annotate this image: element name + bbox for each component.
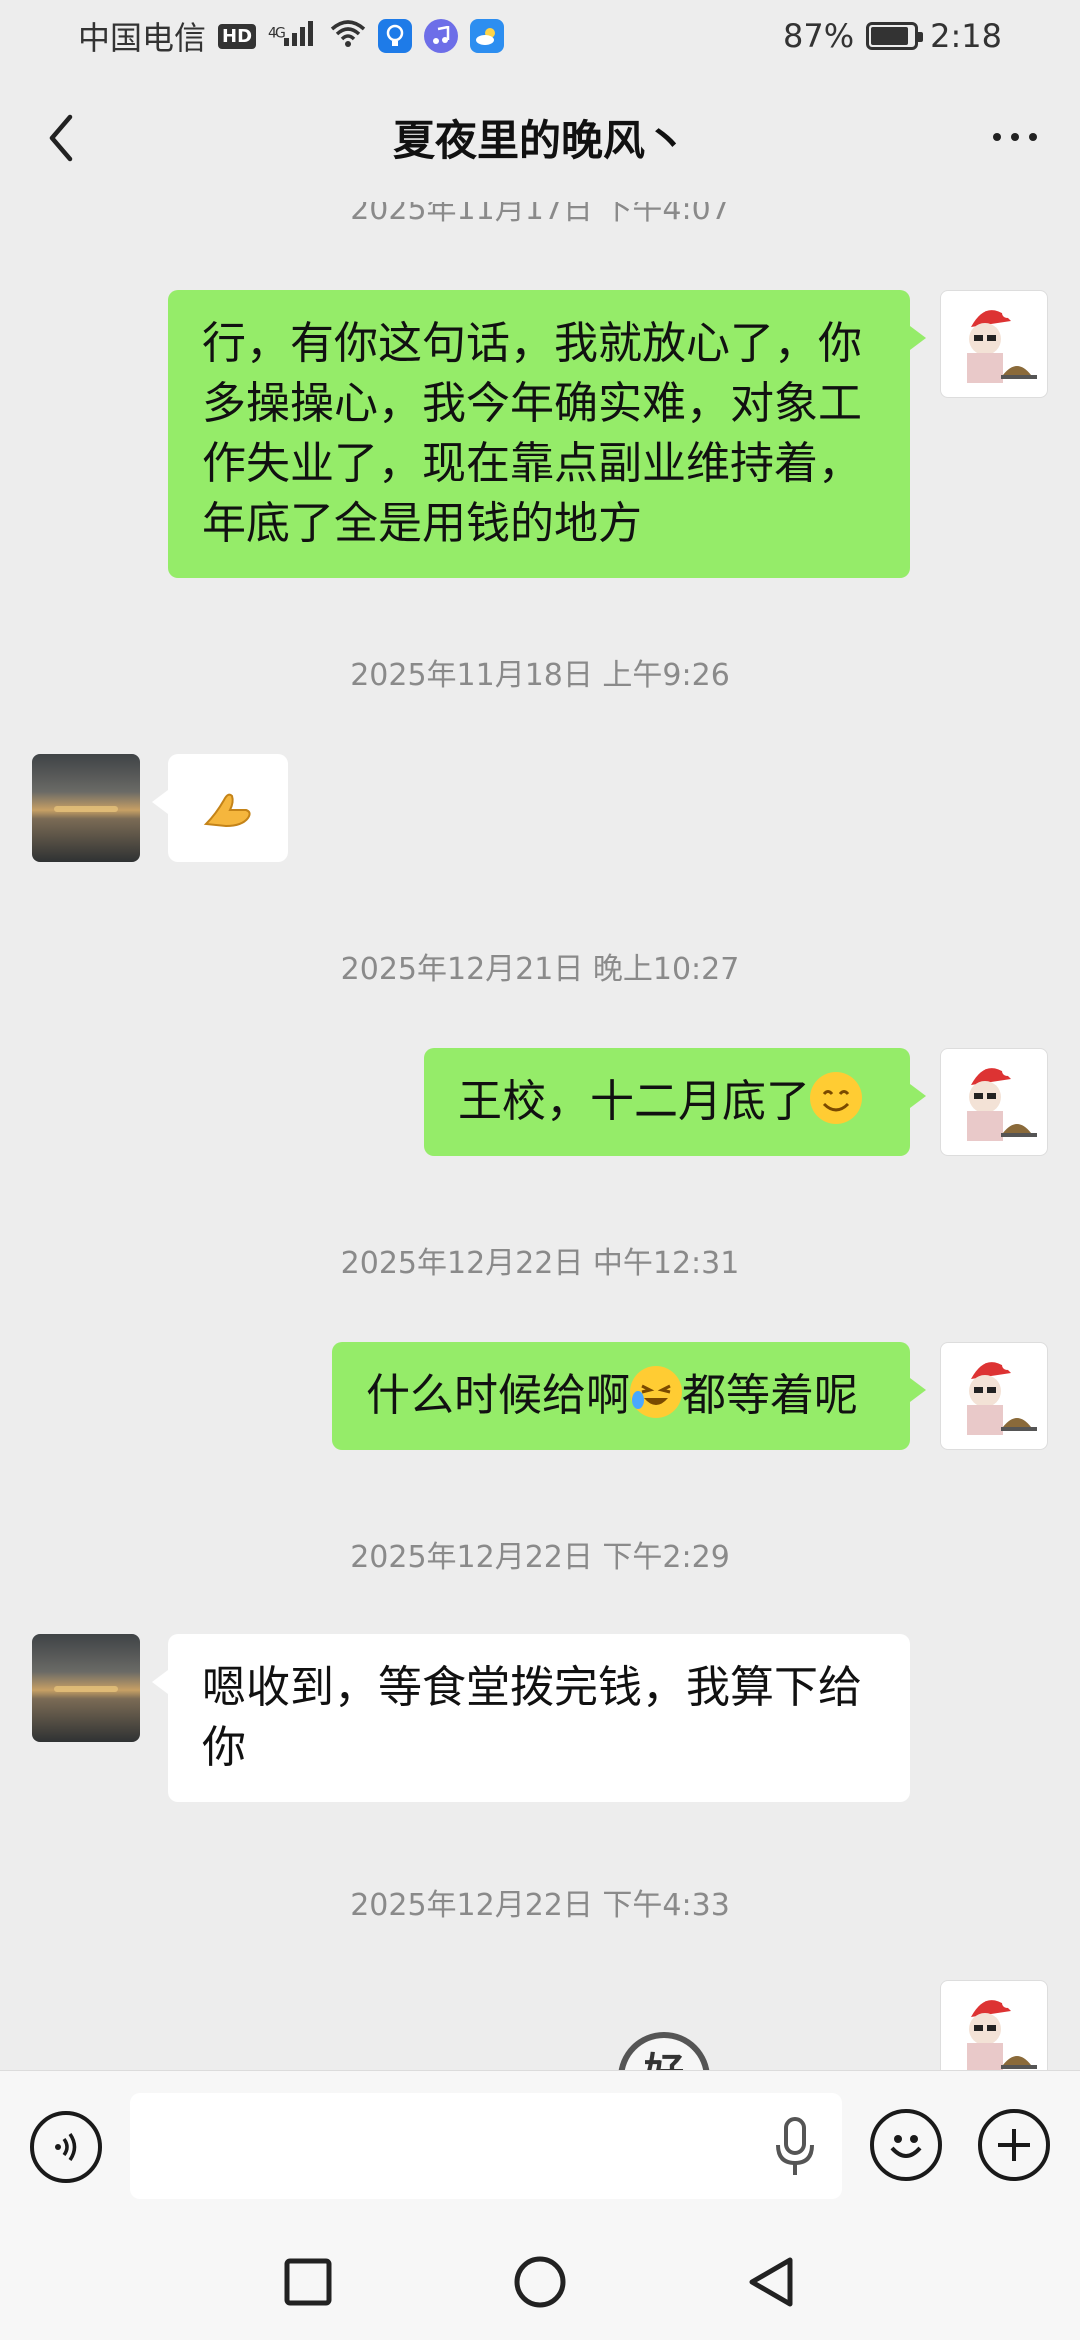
message-text-part: 都等着呢: [682, 1370, 858, 1421]
my-avatar[interactable]: [940, 1980, 1048, 2070]
timestamp: 2025年12月22日 下午4:33: [350, 1888, 730, 1923]
my-avatar[interactable]: [940, 290, 1048, 398]
friend-avatar[interactable]: [32, 754, 140, 862]
timestamp: 2025年11月17日 下午4:07: [350, 202, 730, 227]
emoji-icon: [890, 2135, 922, 2158]
chat-area[interactable]: 2025年11月17日 下午4:07 行，有你这句话，我就放心了，你多操操心，我…: [0, 202, 1080, 2070]
clock: 2:18: [930, 17, 1002, 55]
signal-icon: 4G: [268, 20, 318, 52]
smile-emoji: [810, 1072, 862, 1124]
voice-icon: [55, 2133, 77, 2161]
avatar-girl-icon: [967, 1066, 1037, 1141]
avatar-girl-icon: [967, 1998, 1037, 2070]
more-dot-icon: [1029, 133, 1037, 141]
avatar-girl-icon: [967, 1360, 1037, 1435]
bulb-app-icon: [377, 19, 412, 53]
input-bar: [0, 2070, 1080, 2220]
nav-back-button[interactable]: [744, 2254, 800, 2310]
carrier-label: 中国电信: [78, 19, 207, 57]
music-app-icon: [423, 19, 458, 53]
message-text: 王校，十二月底了: [458, 1076, 810, 1127]
laugh-cry-emoji: [630, 1366, 682, 1418]
friend-avatar[interactable]: [32, 1634, 140, 1742]
message-bubble-me[interactable]: 什么时候给啊 都等着呢: [332, 1342, 926, 1450]
chat-header: 夏夜里的晚风丶: [0, 72, 1080, 202]
back-icon: [749, 2257, 793, 2307]
battery-fill: [871, 27, 908, 45]
message-bubble-friend[interactable]: 嗯收到，等食堂拨完钱，我算下给你: [152, 1634, 910, 1802]
mic-icon: [776, 2117, 814, 2175]
more-dot-icon: [993, 133, 1001, 141]
weather-app-icon: [469, 19, 504, 53]
avatar-girl-icon: [967, 308, 1037, 383]
back-button[interactable]: [36, 108, 86, 168]
my-avatar[interactable]: [940, 1048, 1048, 1156]
message-bubble-friend[interactable]: [152, 754, 288, 862]
emoji-button[interactable]: [870, 2109, 942, 2181]
plus-icon: [998, 2129, 1030, 2161]
battery-icon: [866, 22, 924, 50]
mic-button[interactable]: [770, 2115, 820, 2179]
my-avatar[interactable]: [940, 1342, 1048, 1450]
status-left: 中国电信 HD 4G: [78, 13, 504, 59]
recent-apps-button[interactable]: [280, 2254, 336, 2310]
plus-button[interactable]: [978, 2109, 1050, 2181]
status-right: 87% 2:18: [783, 17, 1002, 55]
message-input[interactable]: [130, 2093, 842, 2199]
message-text: 嗯收到，等食堂拨完钱，我算下给你: [202, 1662, 862, 1773]
system-nav-bar: [0, 2220, 1080, 2340]
status-bar: 中国电信 HD 4G 87% 2:18: [0, 0, 1080, 72]
battery-percent: 87%: [783, 17, 855, 55]
wifi-icon: [330, 17, 366, 55]
timestamp: 2025年12月22日 中午12:31: [340, 1246, 740, 1281]
timestamp: 2025年12月22日 下午2:29: [350, 1540, 730, 1575]
recent-apps-icon: [284, 2258, 332, 2306]
timestamp: 2025年12月21日 晚上10:27: [340, 952, 740, 987]
message-text-part: 什么时候给啊: [366, 1370, 630, 1421]
more-options-button[interactable]: [980, 112, 1050, 162]
message-text: 行，有你这句话，我就放心了，你多操操心，我今年确实难，对象工作失业了，现在靠点副…: [202, 318, 862, 549]
chevron-left-icon: [49, 114, 73, 162]
home-icon: [514, 2256, 566, 2308]
home-button[interactable]: [512, 2254, 568, 2310]
voice-mode-button[interactable]: [30, 2111, 102, 2183]
network-type: 4G: [268, 25, 286, 42]
message-bubble-me[interactable]: 王校，十二月底了: [424, 1048, 926, 1156]
hd-badge: HD: [218, 23, 257, 49]
thumbs-up-emoji: [203, 793, 251, 828]
chat-title: 夏夜里的晚风丶: [392, 115, 687, 165]
timestamp: 2025年11月18日 上午9:26: [350, 658, 730, 693]
message-bubble-me[interactable]: 行，有你这句话，我就放心了，你多操操心，我今年确实难，对象工作失业了，现在靠点副…: [168, 290, 926, 578]
more-dot-icon: [1011, 133, 1019, 141]
